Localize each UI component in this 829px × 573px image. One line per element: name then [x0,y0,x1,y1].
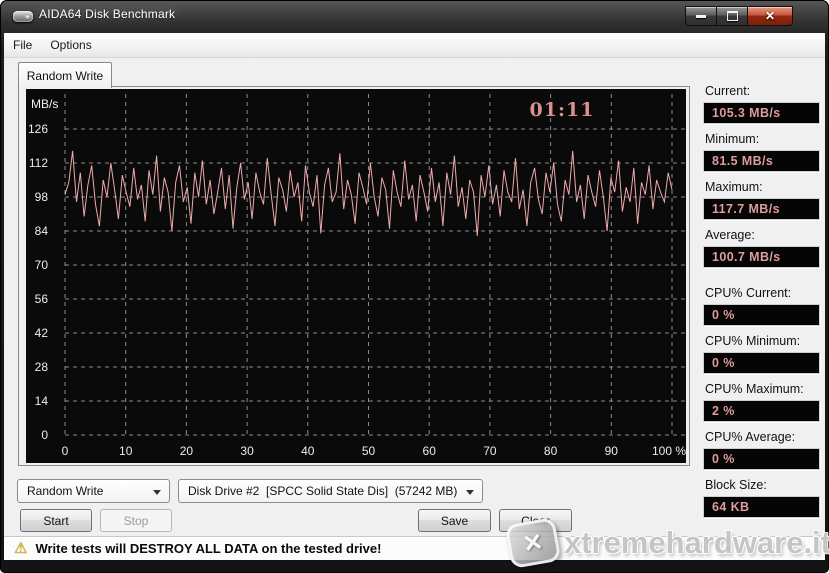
svg-text:126: 126 [28,122,48,136]
clear-button[interactable]: Clear [499,509,572,532]
save-button[interactable]: Save [418,509,491,532]
svg-text:40: 40 [301,444,315,458]
benchmark-chart: 126 112 98 84 70 56 42 28 14 00 10 20 30 40 50 60 70 80 90… [26,89,686,463]
app-window: AIDA64 Disk Benchmark ✕ File Options Ran… [0,0,829,573]
app-icon [13,11,33,22]
stat-label: Minimum: [705,132,759,146]
svg-text:50: 50 [362,444,376,458]
close-icon: ✕ [765,10,775,22]
stat-value: 81.5 MB/s [703,150,820,172]
drive-select-value: Disk Drive #2 [SPCC Solid State Dis] (57… [188,484,457,498]
svg-text:56: 56 [35,292,49,306]
minimize-icon [696,15,706,18]
svg-text:100 %: 100 % [652,444,686,458]
chart-panel: 126 112 98 84 70 56 42 28 14 00 10 20 30 40 50 60 70 80 90… [18,86,690,466]
stats-panel: Current: 105.3 MB/s Minimum: 81.5 MB/s Maxim… [703,58,821,537]
svg-text:70: 70 [483,444,497,458]
svg-text:01:11: 01:11 [530,99,595,121]
stat-label: Maximum: [705,180,763,194]
close-button[interactable]: ✕ [748,6,793,26]
svg-text:80: 80 [544,444,558,458]
test-type-value: Random Write [27,484,103,498]
window-controls: ✕ [685,6,793,26]
stat-value: 64 KB [703,496,820,518]
title-bar[interactable]: AIDA64 Disk Benchmark ✕ [0,0,829,33]
stat-value: 0 % [703,352,820,374]
svg-text:84: 84 [35,224,49,238]
stat-label: Block Size: [705,478,767,492]
svg-text:90: 90 [605,444,619,458]
dropdown-arrow-icon [466,490,474,495]
stat-value: 2 % [703,400,820,422]
client-area: Random Write 126 112 98 84 70 56 42 28 14 00 10 20 3… [4,58,825,537]
minimize-button[interactable] [685,6,716,26]
stat-label: Current: [705,84,750,98]
stat-value: 0 % [703,448,820,470]
tab-random-write[interactable]: Random Write [18,62,112,88]
maximize-icon [727,11,738,21]
stop-button[interactable]: Stop [100,509,172,532]
stat-label: Average: [705,228,755,242]
menu-bar: File Options [4,33,825,58]
svg-text:0: 0 [62,444,69,458]
svg-text:MB/s: MB/s [31,97,58,111]
stat-label: CPU% Current: [705,286,791,300]
svg-text:98: 98 [35,190,49,204]
stat-label: CPU% Maximum: [705,382,804,396]
stat-value: 0 % [703,304,820,326]
dropdown-arrow-icon [153,490,161,495]
svg-text:42: 42 [35,326,49,340]
stat-value: 117.7 MB/s [703,198,820,220]
menu-item-file[interactable]: File [4,33,41,57]
warning-triangle-icon: ⚠ [14,541,27,556]
menu-item-options[interactable]: Options [41,33,100,57]
svg-text:0: 0 [41,428,48,442]
svg-text:70: 70 [35,258,49,272]
svg-text:60: 60 [423,444,437,458]
stat-value: 100.7 MB/s [703,246,820,268]
svg-text:14: 14 [35,394,49,408]
stat-value: 105.3 MB/s [703,102,820,124]
start-button[interactable]: Start [20,509,92,532]
svg-text:30: 30 [240,444,254,458]
warning-bar: ⚠ Write tests will DESTROY ALL DATA on t… [4,536,825,560]
tab-label: Random Write [27,69,103,83]
drive-select[interactable]: Disk Drive #2 [SPCC Solid State Dis] (57… [178,479,483,503]
window-title: AIDA64 Disk Benchmark [39,7,175,21]
stat-label: CPU% Average: [705,430,795,444]
svg-text:112: 112 [29,156,48,170]
test-type-select[interactable]: Random Write [17,479,170,503]
svg-text:10: 10 [119,444,133,458]
svg-text:28: 28 [35,360,49,374]
maximize-button[interactable] [716,6,748,26]
warning-text: Write tests will DESTROY ALL DATA on the… [35,541,381,556]
stat-label: CPU% Minimum: [705,334,800,348]
svg-text:20: 20 [180,444,194,458]
